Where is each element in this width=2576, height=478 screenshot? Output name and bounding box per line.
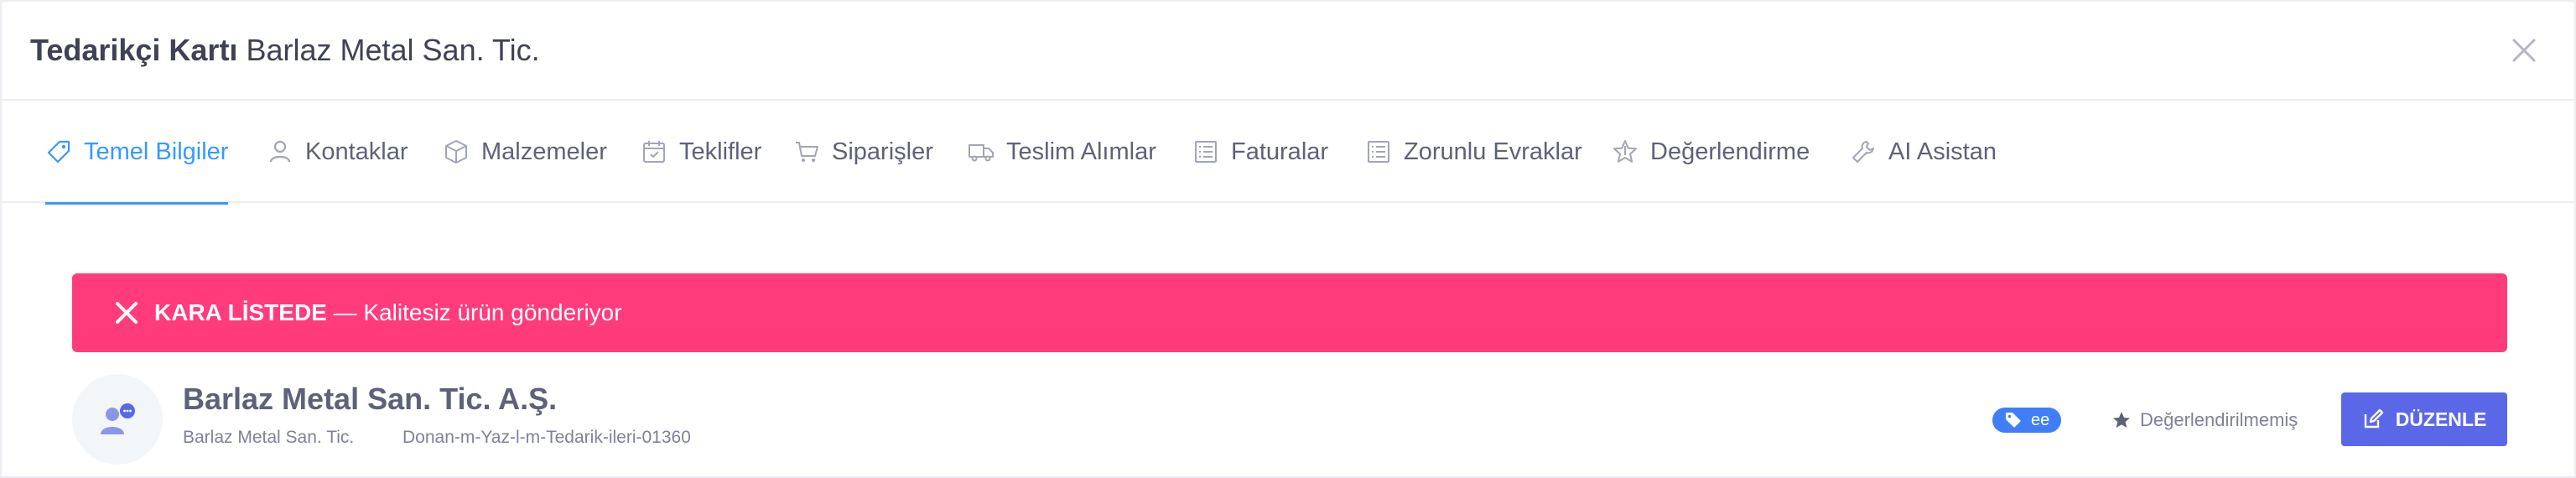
tab-label: Zorunlu Evraklar xyxy=(1404,138,1582,165)
tab-teslim-alimlar[interactable]: Teslim Alımlar xyxy=(968,101,1156,203)
avatar xyxy=(72,374,163,465)
tab-label: Kontaklar xyxy=(305,138,408,165)
tab-label: Siparişler xyxy=(832,138,933,165)
tag-label: ee xyxy=(2031,410,2050,429)
tab-bar: Temel Bilgiler Kontaklar Malzemeler Tekl… xyxy=(2,101,2574,205)
rating-label: Değerlendirilmemiş xyxy=(2140,409,2298,430)
tab-siparisler[interactable]: Siparişler xyxy=(793,101,933,203)
rating-status: Değerlendirilmemiş xyxy=(2111,408,2298,433)
alert-message: — Kalitesiz ürün gönderiyor xyxy=(326,299,622,325)
tab-temel-bilgiler[interactable]: Temel Bilgiler xyxy=(45,101,229,205)
tab-faturalar[interactable]: Faturalar xyxy=(1192,101,1328,203)
star-icon xyxy=(2113,412,2130,428)
tab-teklifler[interactable]: Teklifler xyxy=(641,101,761,203)
tab-label: Faturalar xyxy=(1231,138,1329,165)
list-icon xyxy=(1195,141,1217,163)
user-chat-icon xyxy=(101,403,135,434)
box-icon xyxy=(445,140,467,164)
tab-label: Temel Bilgiler xyxy=(84,138,229,165)
star-icon xyxy=(1613,140,1637,163)
tab-ai-asistan[interactable]: AI Asistan xyxy=(1850,101,1997,203)
tab-label: Değerlendirme xyxy=(1650,138,1810,165)
tab-label: Malzemeler xyxy=(481,138,607,165)
edit-icon xyxy=(2364,408,2383,429)
user-icon xyxy=(269,140,291,163)
tab-label: Teklifler xyxy=(679,138,762,165)
close-icon[interactable] xyxy=(2509,35,2539,65)
truck-icon xyxy=(969,144,994,162)
edit-button-label: DÜZENLE xyxy=(2395,408,2487,430)
tag-icon xyxy=(2006,413,2021,428)
tag-icon xyxy=(47,140,70,164)
list-icon xyxy=(1368,141,1389,163)
tab-degerlendirme[interactable]: Değerlendirme xyxy=(1612,101,1810,203)
tab-label: AI Asistan xyxy=(1888,138,1997,165)
blacklist-alert: KARA LİSTEDE — Kalitesiz ürün gönderiyor xyxy=(72,273,2507,352)
title-label: Tedarikçi Kartı xyxy=(30,33,238,67)
cart-icon xyxy=(796,142,818,162)
modal-header: Tedarikçi Kartı Barlaz Metal San. Tic. xyxy=(2,2,2574,101)
tag-badge: ee xyxy=(1992,408,2062,433)
page-title: Tedarikçi Kartı Barlaz Metal San. Tic. xyxy=(30,30,540,70)
tab-label: Teslim Alımlar xyxy=(1006,138,1156,165)
alert-title: KARA LİSTEDE xyxy=(154,299,327,325)
tab-kontaklar[interactable]: Kontaklar xyxy=(267,101,408,203)
close-icon xyxy=(116,302,138,324)
tools-icon xyxy=(1852,141,1874,163)
edit-button[interactable]: DÜZENLE xyxy=(2341,392,2507,446)
supplier-short-name: Barlaz Metal San. Tic. xyxy=(183,428,355,447)
calendar-icon xyxy=(643,141,665,163)
supplier-name: Barlaz Metal San. Tic. A.Ş. xyxy=(183,382,558,416)
tab-zorunlu-evraklar[interactable]: Zorunlu Evraklar xyxy=(1365,101,1582,203)
title-supplier-name: Barlaz Metal San. Tic. xyxy=(246,33,540,67)
supplier-code: Donan-m-Yaz-l-m-Tedarik-ileri-01360 xyxy=(402,428,691,447)
supplier-card-modal: Tedarikçi Kartı Barlaz Metal San. Tic. T… xyxy=(0,0,2576,478)
tab-malzemeler[interactable]: Malzemeler xyxy=(443,101,607,203)
